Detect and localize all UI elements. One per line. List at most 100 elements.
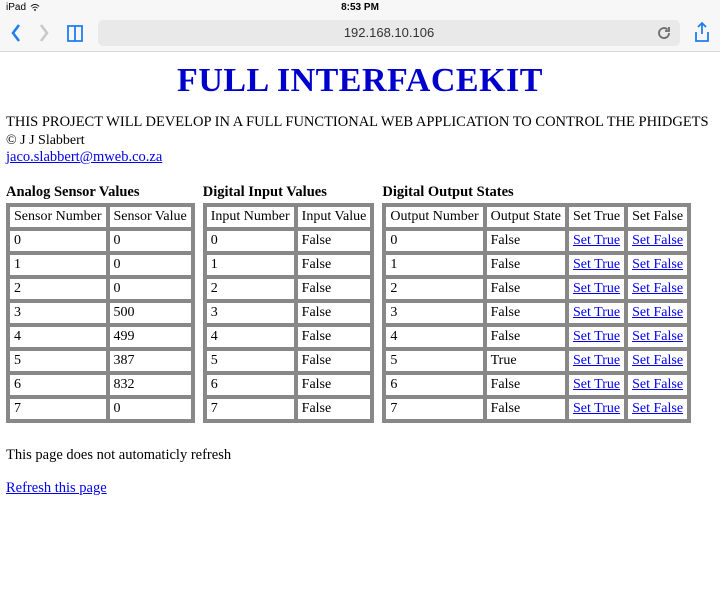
table-row: 10: [9, 254, 192, 276]
table-row: 7False Set True Set False: [385, 398, 688, 420]
col-header: Set True: [568, 206, 625, 228]
sensor-value: 832: [109, 374, 192, 396]
bookmarks-icon[interactable]: [64, 22, 86, 44]
refresh-link[interactable]: Refresh this page: [6, 480, 107, 497]
set-true-link[interactable]: Set True: [573, 353, 620, 368]
copyright-text: © J J Slabbert: [6, 133, 714, 149]
input-number: 1: [206, 254, 295, 276]
col-header: Set False: [627, 206, 688, 228]
url-text: 192.168.10.106: [344, 25, 434, 40]
table-row: 6FalseSet TrueSet False: [385, 374, 688, 396]
table-row: 1False: [206, 254, 372, 276]
table-row: 5True Set True Set False: [385, 350, 688, 372]
output-state: False: [486, 326, 566, 348]
set-true-link[interactable]: Set True: [573, 401, 620, 416]
digital-output-title: Digital Output States: [382, 184, 691, 201]
table-row: 2False: [206, 278, 372, 300]
sensor-value: 0: [109, 278, 192, 300]
sensor-number: 2: [9, 278, 107, 300]
sensor-value: 0: [109, 398, 192, 420]
table-row: 0False: [206, 230, 372, 252]
table-row: 7False: [206, 398, 372, 420]
table-row: 0FalseSet TrueSet False: [385, 230, 688, 252]
input-number: 5: [206, 350, 295, 372]
set-false-cell: Set False: [627, 350, 688, 372]
set-false-link[interactable]: Set False: [632, 257, 683, 272]
col-header: Output State: [486, 206, 566, 228]
set-true-link[interactable]: Set True: [573, 377, 620, 392]
set-false-link[interactable]: Set False: [632, 233, 683, 248]
input-value: False: [297, 350, 372, 372]
address-bar[interactable]: 192.168.10.106: [98, 20, 680, 46]
output-state: True: [486, 350, 566, 372]
sensor-value: 0: [109, 230, 192, 252]
set-true-link[interactable]: Set True: [573, 257, 620, 272]
back-button[interactable]: [8, 21, 24, 45]
digital-input-title: Digital Input Values: [203, 184, 375, 201]
set-true-cell: Set True: [568, 302, 625, 324]
output-number: 2: [385, 278, 483, 300]
set-true-link[interactable]: Set True: [573, 305, 620, 320]
set-true-cell: Set True: [568, 350, 625, 372]
share-icon[interactable]: [692, 21, 712, 45]
set-true-cell: Set True: [568, 374, 625, 396]
table-row: 3500: [9, 302, 192, 324]
table-row: 5False: [206, 350, 372, 372]
set-true-link[interactable]: Set True: [573, 329, 620, 344]
output-number: 7: [385, 398, 483, 420]
set-false-cell: Set False: [627, 302, 688, 324]
input-number: 2: [206, 278, 295, 300]
analog-title: Analog Sensor Values: [6, 184, 195, 201]
set-false-link[interactable]: Set False: [632, 401, 683, 416]
output-state: False: [486, 398, 566, 420]
table-header-row: Output Number Output State Set True Set …: [385, 206, 688, 228]
table-row: 00: [9, 230, 192, 252]
input-number: 6: [206, 374, 295, 396]
input-value: False: [297, 254, 372, 276]
table-row: 3FalseSet TrueSet False: [385, 302, 688, 324]
set-false-link[interactable]: Set False: [632, 329, 683, 344]
forward-button[interactable]: [36, 21, 52, 45]
output-state: False: [486, 374, 566, 396]
table-row: 3False: [206, 302, 372, 324]
digout-column: Digital Output States Output Number Outp…: [382, 184, 691, 423]
set-false-link[interactable]: Set False: [632, 281, 683, 296]
input-number: 0: [206, 230, 295, 252]
table-header-row: Input Number Input Value: [206, 206, 372, 228]
email-link[interactable]: jaco.slabbert@mweb.co.za: [6, 149, 162, 165]
output-state: False: [486, 254, 566, 276]
table-row: 2False Set True Set False: [385, 278, 688, 300]
input-value: False: [297, 230, 372, 252]
output-number: 5: [385, 350, 483, 372]
page-title: FULL INTERFACEKIT: [6, 62, 714, 100]
set-false-link[interactable]: Set False: [632, 305, 683, 320]
analog-table: Sensor Number Sensor Value 0010203500449…: [6, 203, 195, 423]
output-state: False: [486, 278, 566, 300]
set-true-link[interactable]: Set True: [573, 233, 620, 248]
set-false-link[interactable]: Set False: [632, 353, 683, 368]
sensor-value: 500: [109, 302, 192, 324]
clock: 8:53 PM: [341, 2, 379, 13]
input-value: False: [297, 278, 372, 300]
analog-column: Analog Sensor Values Sensor Number Senso…: [6, 184, 195, 423]
set-false-link[interactable]: Set False: [632, 377, 683, 392]
input-number: 7: [206, 398, 295, 420]
reload-icon[interactable]: [656, 25, 672, 41]
digital-output-table: Output Number Output State Set True Set …: [382, 203, 691, 423]
page-content: FULL INTERFACEKIT THIS PROJECT WILL DEVE…: [0, 52, 720, 501]
set-false-cell: Set False: [627, 398, 688, 420]
input-value: False: [297, 374, 372, 396]
refresh-note: This page does not automaticly refresh: [6, 447, 714, 464]
output-number: 3: [385, 302, 483, 324]
sensor-number: 4: [9, 326, 107, 348]
browser-toolbar: 192.168.10.106: [0, 14, 720, 52]
set-true-cell: Set True: [568, 398, 625, 420]
input-number: 4: [206, 326, 295, 348]
ios-statusbar: iPad 8:53 PM: [0, 0, 720, 14]
table-row: 4False: [206, 326, 372, 348]
table-row: 20: [9, 278, 192, 300]
output-number: 4: [385, 326, 483, 348]
input-value: False: [297, 302, 372, 324]
set-true-link[interactable]: Set True: [573, 281, 620, 296]
col-header: Input Number: [206, 206, 295, 228]
